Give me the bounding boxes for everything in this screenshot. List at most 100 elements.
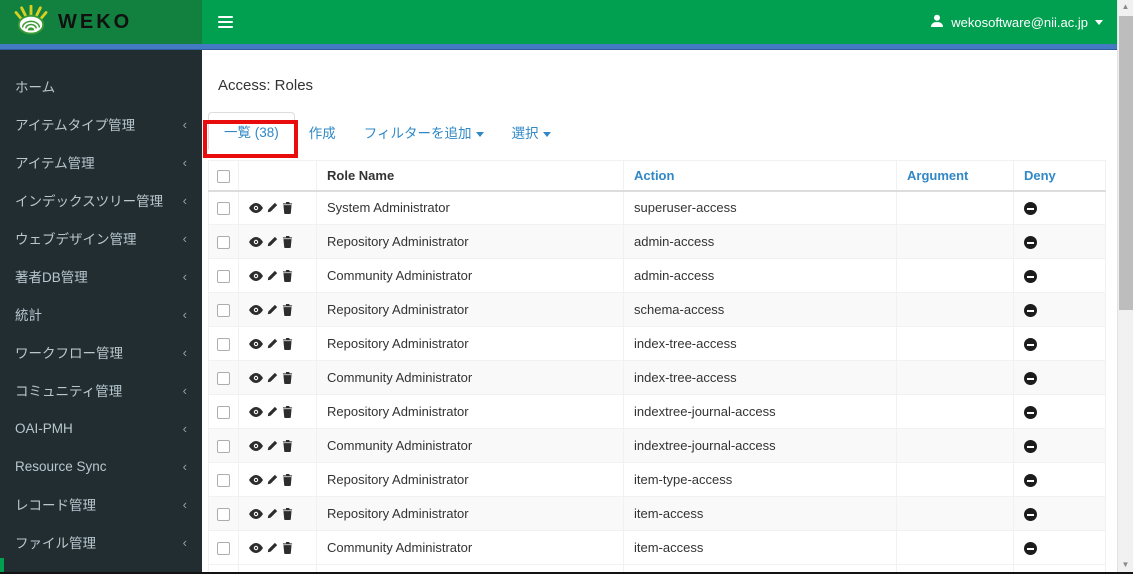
edit-pencil-icon[interactable]	[267, 236, 278, 247]
edit-pencil-icon[interactable]	[267, 338, 278, 349]
table-row: Community Administrator index-tree-acces…	[208, 360, 1106, 395]
view-icon[interactable]	[249, 304, 263, 315]
deny-minus-circle-icon	[1024, 440, 1037, 454]
row-checkbox[interactable]	[217, 202, 230, 216]
column-header-action[interactable]: Action	[623, 160, 897, 192]
sidebar-item-label: 統計	[15, 308, 42, 323]
brand-title: WEKO	[58, 10, 133, 33]
page-title: Access: Roles	[218, 77, 314, 94]
column-header-deny[interactable]: Deny	[1013, 160, 1106, 192]
edit-pencil-icon[interactable]	[267, 270, 278, 281]
view-icon[interactable]	[249, 338, 263, 349]
row-checkbox[interactable]	[217, 406, 230, 420]
view-icon[interactable]	[249, 440, 263, 451]
sidebar-item-record-mgmt[interactable]: レコード管理 ‹	[0, 485, 202, 523]
sidebar-item-label: 著者DB管理	[15, 270, 88, 285]
sidebar-item-resource-sync[interactable]: Resource Sync ‹	[0, 447, 202, 485]
scrollbar-thumb[interactable]	[1119, 16, 1133, 310]
hamburger-menu-icon[interactable]	[202, 2, 249, 42]
view-tabs: 一覧 (38) 作成 フィルターを追加 選択	[208, 112, 1117, 150]
sidebar-item-author-db-mgmt[interactable]: 著者DB管理 ‹	[0, 257, 202, 295]
row-checkbox[interactable]	[217, 372, 230, 386]
scroll-up-icon[interactable]: ▲	[1118, 0, 1133, 14]
row-checkbox[interactable]	[217, 338, 230, 352]
delete-trash-icon[interactable]	[282, 337, 293, 350]
delete-trash-icon[interactable]	[282, 439, 293, 452]
delete-trash-icon[interactable]	[282, 473, 293, 486]
sidebar-item-item-type-mgmt[interactable]: アイテムタイプ管理 ‹	[0, 105, 202, 143]
table-header-row: Role Name Action Argument Deny	[208, 160, 1106, 192]
deny-cell	[1013, 394, 1106, 429]
top-navbar: WEKO wekosoftware@nii.ac.jp	[0, 0, 1117, 44]
sidebar-item-label: ホーム	[15, 80, 56, 95]
view-icon[interactable]	[249, 542, 263, 553]
sidebar-item-oai-pmh[interactable]: OAI-PMH ‹	[0, 409, 202, 447]
sidebar-item-web-design-mgmt[interactable]: ウェブデザイン管理 ‹	[0, 219, 202, 257]
edit-pencil-icon[interactable]	[267, 372, 278, 383]
row-checkbox[interactable]	[217, 236, 230, 250]
caret-down-icon	[1095, 19, 1103, 25]
delete-trash-icon[interactable]	[282, 507, 293, 520]
tab-add-filter[interactable]: フィルターを追加	[350, 114, 498, 150]
delete-trash-icon[interactable]	[282, 371, 293, 384]
delete-trash-icon[interactable]	[282, 201, 293, 214]
deny-minus-circle-icon	[1024, 236, 1037, 250]
chevron-left-icon: ‹	[182, 268, 187, 284]
deny-cell	[1013, 292, 1106, 327]
sidebar-item-label: OAI-PMH	[15, 420, 73, 436]
edit-pencil-icon[interactable]	[267, 542, 278, 553]
view-icon[interactable]	[249, 236, 263, 247]
view-icon[interactable]	[249, 270, 263, 281]
view-icon[interactable]	[249, 406, 263, 417]
row-checkbox[interactable]	[217, 474, 230, 488]
argument-cell	[896, 428, 1014, 463]
column-header-argument[interactable]: Argument	[896, 160, 1014, 192]
sidebar-item-index-tree-mgmt[interactable]: インデックスツリー管理 ‹	[0, 181, 202, 219]
sidebar-item-community-mgmt[interactable]: コミュニティ管理 ‹	[0, 371, 202, 409]
row-checkbox[interactable]	[217, 270, 230, 284]
select-all-checkbox[interactable]	[217, 169, 230, 183]
role-name-cell: Community Administrator	[316, 530, 624, 565]
edit-pencil-icon[interactable]	[267, 202, 278, 213]
chevron-left-icon: ‹	[182, 420, 187, 436]
navbar-green-area: wekosoftware@nii.ac.jp	[202, 0, 1117, 44]
sidebar-item-item-mgmt[interactable]: アイテム管理 ‹	[0, 143, 202, 181]
delete-trash-icon[interactable]	[282, 269, 293, 282]
row-checkbox[interactable]	[217, 440, 230, 454]
view-icon[interactable]	[249, 474, 263, 485]
caret-down-icon	[475, 132, 484, 137]
sidebar-item-statistics[interactable]: 統計 ‹	[0, 295, 202, 333]
edit-pencil-icon[interactable]	[267, 406, 278, 417]
tab-list[interactable]: 一覧 (38)	[208, 112, 295, 150]
user-icon	[930, 14, 944, 31]
weko-logo-icon	[14, 4, 48, 40]
user-menu[interactable]: wekosoftware@nii.ac.jp	[930, 14, 1117, 31]
view-icon[interactable]	[249, 372, 263, 383]
delete-trash-icon[interactable]	[282, 303, 293, 316]
tab-select[interactable]: 選択	[498, 114, 565, 150]
edit-pencil-icon[interactable]	[267, 474, 278, 485]
edit-pencil-icon[interactable]	[267, 304, 278, 315]
delete-trash-icon[interactable]	[282, 541, 293, 554]
row-checkbox[interactable]	[217, 304, 230, 318]
sidebar-item-home[interactable]: ホーム ‹	[0, 67, 202, 105]
scroll-down-icon[interactable]: ▼	[1118, 558, 1133, 572]
row-checkbox[interactable]	[217, 508, 230, 522]
view-icon[interactable]	[249, 508, 263, 519]
tab-create[interactable]: 作成	[295, 114, 350, 150]
row-checkbox[interactable]	[217, 542, 230, 556]
edit-pencil-icon[interactable]	[267, 508, 278, 519]
delete-trash-icon[interactable]	[282, 405, 293, 418]
sidebar-item-file-mgmt[interactable]: ファイル管理 ‹	[0, 523, 202, 561]
delete-trash-icon[interactable]	[282, 235, 293, 248]
sidebar-item-workflow-mgmt[interactable]: ワークフロー管理 ‹	[0, 333, 202, 371]
sidebar-item-label: アイテムタイプ管理	[15, 118, 136, 133]
table-row: Community Administrator item-access	[208, 530, 1106, 565]
vertical-scrollbar[interactable]: ▲ ▼	[1117, 0, 1133, 574]
deny-minus-circle-icon	[1024, 406, 1037, 420]
brand-logo-area[interactable]: WEKO	[0, 0, 202, 44]
argument-cell	[896, 326, 1014, 361]
edit-pencil-icon[interactable]	[267, 440, 278, 451]
deny-minus-circle-icon	[1024, 304, 1037, 318]
view-icon[interactable]	[249, 202, 263, 213]
